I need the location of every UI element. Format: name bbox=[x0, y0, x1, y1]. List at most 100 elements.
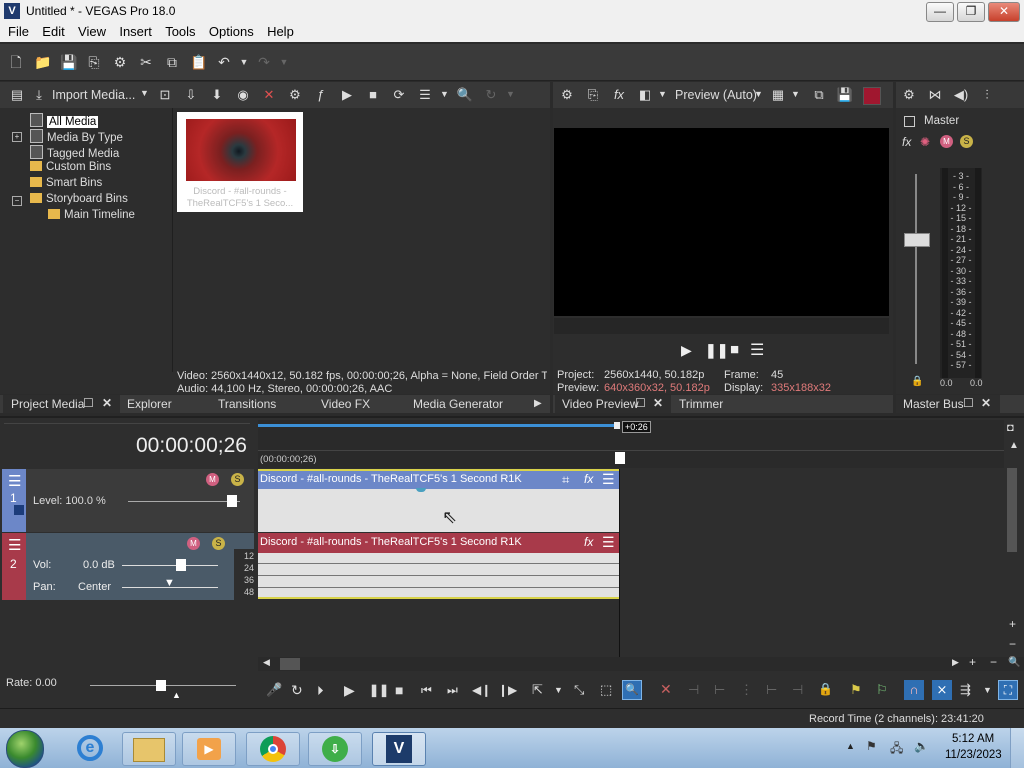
import-media-button[interactable]: Import Media... bbox=[52, 88, 135, 102]
copy-snapshot-icon[interactable]: ⧉ bbox=[810, 86, 828, 104]
web-media-icon[interactable]: ◉ bbox=[234, 86, 252, 104]
master-fader-handle[interactable] bbox=[904, 233, 930, 247]
collapse-icon[interactable]: − bbox=[12, 196, 22, 206]
next-frame-icon[interactable]: ❙▶ bbox=[498, 683, 517, 697]
trim-icon[interactable]: ⊢ bbox=[714, 682, 725, 698]
view-dropdown-icon[interactable]: ▼ bbox=[440, 89, 449, 99]
event-menu-icon[interactable]: ☰ bbox=[602, 471, 615, 488]
redo-icon[interactable]: ↷ bbox=[256, 54, 272, 70]
envelope-tool-icon[interactable]: ⤡ bbox=[574, 682, 584, 698]
scroll-right-icon[interactable]: ▶ bbox=[952, 657, 959, 668]
play-icon[interactable]: ▶ bbox=[681, 342, 692, 359]
trim-end-icon[interactable]: ⊢ bbox=[766, 682, 777, 698]
loop-end-handle[interactable] bbox=[614, 422, 620, 429]
action-center-icon[interactable]: ⚑ bbox=[866, 739, 877, 753]
audio-event-clip[interactable]: Discord - #all-rounds - TheRealTCF5's 1 … bbox=[258, 533, 619, 599]
properties-gear-icon[interactable]: ⚙ bbox=[112, 54, 128, 70]
loop-playback-icon[interactable]: ↻ bbox=[291, 682, 303, 699]
split-dropdown-icon[interactable]: ▼ bbox=[658, 89, 667, 99]
master-fx-icon[interactable]: fx bbox=[902, 135, 911, 149]
event-menu-icon[interactable]: ☰ bbox=[602, 534, 615, 551]
zoom-in-icon[interactable]: + bbox=[1009, 617, 1016, 631]
go-to-end-icon[interactable]: ⏭ bbox=[447, 683, 458, 698]
tab-scroll-right-icon[interactable]: ▶ bbox=[534, 398, 542, 409]
dim-output-icon[interactable]: ◀) bbox=[952, 86, 970, 104]
video-event-clip[interactable]: Discord - #all-rounds - TheRealTCF5's 1 … bbox=[258, 469, 619, 532]
edit-tool-dropdown-icon[interactable]: ▼ bbox=[554, 685, 563, 695]
show-hidden-icons[interactable]: ▲ bbox=[846, 741, 855, 751]
auto-crossfade-icon[interactable]: ⨯ bbox=[932, 680, 952, 700]
master-properties-icon[interactable]: ⚙ bbox=[900, 86, 918, 104]
split-screen-icon[interactable]: ◧ bbox=[636, 86, 654, 104]
preview-menu-icon[interactable]: ☰ bbox=[750, 340, 764, 360]
event-fx-icon[interactable]: fx bbox=[584, 472, 593, 486]
horizontal-scroll-thumb[interactable] bbox=[280, 658, 300, 670]
zoom-edit-tool-icon[interactable]: 🔍 bbox=[622, 680, 642, 700]
get-media-icon[interactable]: ⇩ bbox=[182, 86, 200, 104]
undo-icon[interactable]: ↶ bbox=[216, 54, 232, 70]
cut-icon[interactable]: ✂ bbox=[138, 54, 154, 70]
tab-transitions[interactable]: Transitions bbox=[218, 397, 276, 411]
media-fx-icon[interactable]: ƒ bbox=[312, 86, 330, 104]
automation-icon[interactable]: ✺ bbox=[920, 135, 930, 149]
media-properties-icon[interactable]: ⚙ bbox=[286, 86, 304, 104]
scroll-left-icon[interactable]: ◀ bbox=[263, 657, 270, 668]
network-icon[interactable]: 🖧 bbox=[890, 739, 903, 760]
tree-item-tagged-media[interactable]: Tagged Media bbox=[30, 145, 119, 160]
volume-icon[interactable]: 🔈 bbox=[914, 739, 929, 753]
timecode-display[interactable]: 00:00:00;26 bbox=[136, 434, 247, 458]
pause-icon[interactable]: ❚❚ bbox=[705, 342, 728, 359]
fade-handle[interactable] bbox=[416, 488, 426, 492]
tab-video-fx[interactable]: Video FX bbox=[321, 397, 370, 411]
minimize-button[interactable]: — bbox=[926, 2, 954, 22]
marker-icon[interactable]: ◘ bbox=[1007, 422, 1014, 434]
mute-icon[interactable]: M bbox=[206, 473, 219, 486]
maximize-button[interactable]: ❐ bbox=[957, 2, 985, 22]
remove-media-icon[interactable]: ✕ bbox=[260, 86, 278, 104]
media-player-icon[interactable]: ▶ bbox=[182, 732, 236, 766]
close-button[interactable]: ✕ bbox=[988, 2, 1020, 22]
save-snapshot-icon[interactable]: 💾 bbox=[836, 86, 854, 104]
event-pan-crop-icon[interactable]: ⌗ bbox=[562, 472, 569, 488]
close-tab-icon[interactable]: ✕ bbox=[981, 396, 991, 410]
marker-flag-icon[interactable]: ⚑ bbox=[850, 682, 862, 698]
clock-time[interactable]: 5:12 AM bbox=[952, 733, 994, 745]
refresh-dropdown-icon[interactable]: ▼ bbox=[506, 89, 515, 99]
file-explorer-icon[interactable] bbox=[122, 732, 176, 766]
copy-icon[interactable]: ⧉ bbox=[164, 54, 180, 70]
previous-frame-icon[interactable]: ◀❙ bbox=[472, 683, 491, 697]
tab-media-generator[interactable]: Media Generator bbox=[413, 397, 503, 411]
menu-insert[interactable]: Insert bbox=[119, 22, 152, 39]
cursor-head[interactable] bbox=[615, 452, 625, 464]
undo-dropdown-icon[interactable]: ▼ bbox=[236, 54, 252, 70]
chrome-icon[interactable] bbox=[246, 732, 300, 766]
auto-preview-icon[interactable]: ⟳ bbox=[390, 86, 408, 104]
show-desktop-button[interactable] bbox=[1010, 728, 1024, 768]
stop-icon[interactable]: ■ bbox=[730, 341, 739, 358]
overlays-dropdown-icon[interactable]: ▼ bbox=[791, 89, 800, 99]
loop-region-bar[interactable] bbox=[258, 424, 618, 427]
solo-icon[interactable]: S bbox=[212, 537, 225, 550]
open-folder-icon[interactable]: 📁 bbox=[34, 54, 51, 70]
video-track-header[interactable]: ☰ 1 M S Level: 100.0 % bbox=[2, 469, 254, 532]
master-checkbox[interactable] bbox=[904, 116, 915, 127]
refresh-icon[interactable]: ↻ bbox=[482, 86, 500, 104]
tab-trimmer[interactable]: Trimmer bbox=[679, 397, 723, 411]
track-menu-icon[interactable]: ☰ bbox=[8, 536, 21, 554]
timeline-ruler[interactable]: +0:26 (00:00:00;26) bbox=[258, 420, 1004, 468]
solo-icon[interactable]: S bbox=[231, 473, 244, 486]
media-thumbnail-card[interactable]: Discord - #all-rounds - TheRealTCF5's 1 … bbox=[177, 112, 303, 212]
overlays-grid-icon[interactable]: ▦ bbox=[769, 86, 787, 104]
go-to-start-icon[interactable]: ⏮ bbox=[421, 683, 432, 698]
expand-icon[interactable]: + bbox=[12, 132, 22, 142]
zoom-in-h-icon[interactable]: + bbox=[969, 655, 976, 669]
undock-icon[interactable]: ☐ bbox=[83, 396, 94, 410]
trim-start-icon[interactable]: ⊣ bbox=[688, 682, 699, 698]
menu-edit[interactable]: Edit bbox=[42, 22, 64, 39]
solo-icon[interactable]: S bbox=[960, 135, 973, 148]
stop-media-icon[interactable]: ■ bbox=[364, 86, 382, 104]
capture-icon[interactable]: ⊡ bbox=[156, 86, 174, 104]
split-trim-icon[interactable]: ⊣ bbox=[792, 682, 803, 698]
lock-envelopes-icon[interactable]: ⛶ bbox=[998, 680, 1018, 700]
external-monitor-icon[interactable]: ⎘ bbox=[584, 86, 602, 104]
